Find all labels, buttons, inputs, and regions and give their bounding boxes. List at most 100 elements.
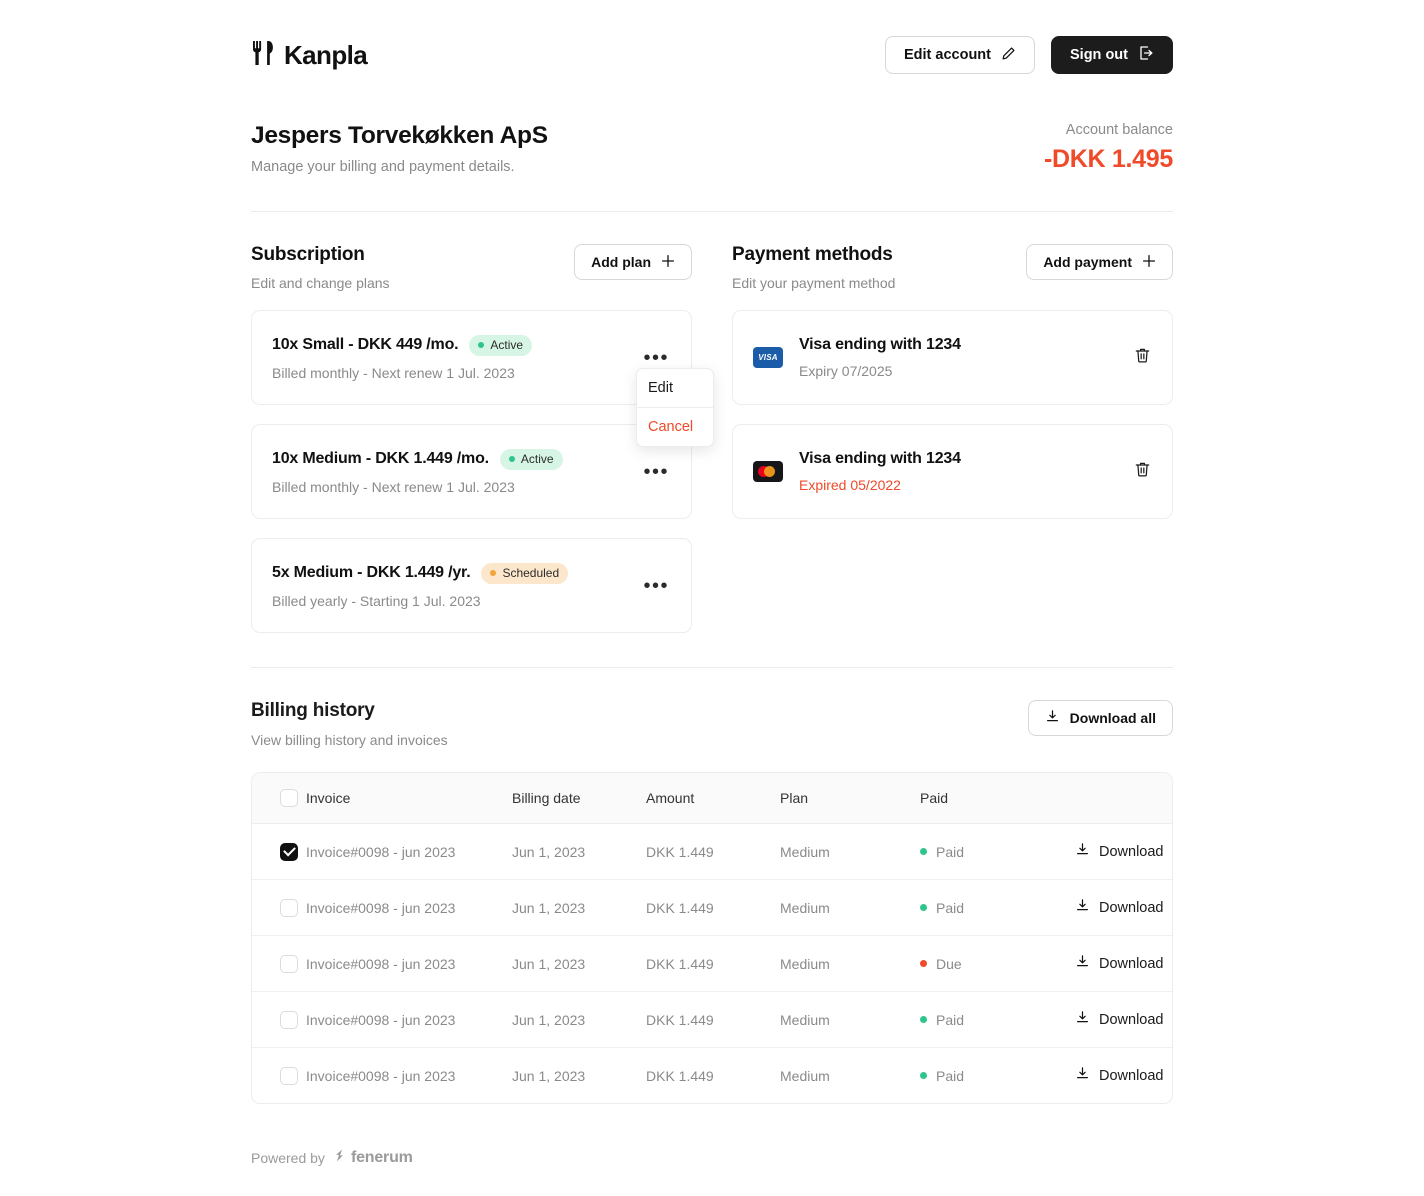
add-plan-button[interactable]: Add plan [574,244,692,280]
billing-history-divider [251,667,1173,668]
plan-detail: Billed monthly - Next renew 1 Jul. 2023 [272,478,515,495]
download-icon [1075,842,1090,861]
fenerum-logo[interactable]: fenerum [332,1148,413,1168]
cell-invoice: Invoice#0098 - jun 2023 [306,936,512,993]
subscription-plan-card[interactable]: 5x Medium - DKK 1.449 /yr. Scheduled Bil… [251,538,692,633]
subscription-plan-card[interactable]: 10x Small - DKK 449 /mo. Active Billed m… [251,310,714,447]
cell-amount: DKK 1.449 [646,992,780,1049]
cell-paid: Paid [920,880,1075,937]
download-invoice-button[interactable]: Download [1075,842,1164,861]
plan-title: 10x Small - DKK 449 /mo. [272,336,459,353]
payment-expiry: Expiry 07/2025 [799,363,893,379]
plan-detail: Billed monthly - Next renew 1 Jul. 2023 [272,364,515,381]
select-all-header [252,773,306,825]
column-header-amount: Amount [646,773,780,825]
status-badge: Active [499,448,563,470]
edit-account-button[interactable]: Edit account [884,36,1035,74]
logout-icon [1138,45,1154,65]
visa-label: VISA [758,353,778,362]
payment-method-card[interactable]: Visa ending with 1234 Expired 05/2022 [732,424,1173,519]
plan-info: 10x Medium - DKK 1.449 /mo. Active Bille… [272,448,563,495]
row-select-cell [252,936,306,993]
download-invoice-button[interactable]: Download [1075,954,1164,973]
cell-invoice: Invoice#0098 - jun 2023 [306,880,512,937]
status-badge-label: Active [520,452,554,466]
row-select-cell [252,880,306,937]
download-invoice-button[interactable]: Download [1075,898,1164,917]
top-bar: Kanpla Edit account Sign out [251,32,1173,78]
footer: Powered by fenerum [251,1148,1173,1168]
download-label: Download [1099,899,1164,916]
fork-knife-icon [251,40,275,71]
table-row[interactable]: Invoice#0098 - jun 2023 Jun 1, 2023 DKK … [252,824,1172,881]
download-label: Download [1099,955,1164,972]
cell-plan: Medium [780,824,920,881]
column-header-paid: Paid [920,773,1075,825]
paid-status-dot-icon [920,1016,927,1024]
plan-detail: Billed yearly - Starting 1 Jul. 2023 [272,592,481,609]
row-select-cell [252,992,306,1049]
paid-status-dot-icon [920,848,927,856]
billing-history-section: Billing history View billing history and… [251,667,1173,1105]
cell-download: Download [1075,880,1172,937]
plan-context-menu: Edit Cancel [636,368,714,447]
plan-title: 10x Medium - DKK 1.449 /mo. [272,450,489,467]
status-dot-icon [508,456,515,462]
table-body: Invoice#0098 - jun 2023 Jun 1, 2023 DKK … [252,824,1172,1103]
table-row[interactable]: Invoice#0098 - jun 2023 Jun 1, 2023 DKK … [252,936,1172,993]
billing-history-table: Invoice Billing date Amount Plan Paid In… [251,772,1173,1105]
table-row[interactable]: Invoice#0098 - jun 2023 Jun 1, 2023 DKK … [252,992,1172,1049]
plan-menu-button[interactable]: ••• [641,462,671,482]
row-checkbox[interactable] [280,898,298,917]
column-header-plan: Plan [780,773,920,825]
plan-menu-button[interactable]: ••• [641,576,671,596]
subscription-plan-list: 10x Small - DKK 449 /mo. Active Billed m… [251,310,714,633]
subscription-header: Subscription Edit and change plans Add p… [251,244,692,291]
payment-title: Visa ending with 1234 [799,336,961,353]
download-all-button[interactable]: Download all [1027,700,1173,736]
row-checkbox[interactable] [280,1066,298,1085]
row-checkbox[interactable] [280,1010,298,1029]
menu-item-edit[interactable]: Edit [637,369,713,407]
trash-icon[interactable] [1133,460,1152,484]
row-checkbox[interactable] [280,842,298,861]
payment-method-card[interactable]: VISA Visa ending with 1234 Expiry 07/202… [732,310,1173,405]
plan-menu-button[interactable]: ••• [641,348,671,368]
page-title: Jespers Torvekøkken ApS [251,122,548,149]
add-payment-button[interactable]: Add payment [1026,244,1173,280]
visa-icon: VISA [753,347,783,368]
row-checkbox[interactable] [280,954,298,973]
download-icon [1045,709,1060,727]
download-invoice-button[interactable]: Download [1075,1010,1164,1029]
cell-plan: Medium [780,936,920,993]
add-payment-label: Add payment [1043,254,1132,270]
cell-billing-date: Jun 1, 2023 [512,824,646,881]
download-label: Download [1099,843,1164,860]
cell-paid: Paid [920,1048,1075,1103]
subscription-plan-card[interactable]: 10x Medium - DKK 1.449 /mo. Active Bille… [251,424,692,519]
account-balance: Account balance -DKK 1.495 [1044,122,1173,174]
paid-status-label: Paid [936,1011,965,1028]
status-badge: Scheduled [481,562,569,584]
cell-billing-date: Jun 1, 2023 [512,880,646,937]
menu-item-cancel[interactable]: Cancel [637,407,713,446]
trash-icon[interactable] [1133,346,1152,370]
column-header-invoice: Invoice [306,773,512,825]
cell-plan: Medium [780,1067,830,1084]
paid-status-dot-icon [920,960,927,968]
table-row[interactable]: Invoice#0098 - jun 2023 Jun 1, 2023 DKK … [252,880,1172,937]
download-label: Download [1099,1067,1164,1084]
brand-logo[interactable]: Kanpla [251,40,368,71]
cell-amount: DKK 1.449 [646,936,780,993]
edit-account-label: Edit account [903,47,991,63]
download-invoice-button[interactable]: Download [1075,1066,1164,1085]
cell-download: Download [1075,992,1172,1049]
table-row[interactable]: Invoice#0098 - jun 2023 Jun 1, 2023 DKK … [252,1048,1172,1103]
column-header-billing-date: Billing date [512,773,646,825]
balance-label: Account balance [1065,122,1173,138]
select-all-checkbox[interactable] [280,789,298,808]
bolt-icon [332,1148,347,1168]
sign-out-button[interactable]: Sign out [1051,36,1173,74]
cell-invoice: Invoice#0098 - jun 2023 [306,1067,456,1084]
balance-value: -DKK 1.495 [1044,145,1173,173]
